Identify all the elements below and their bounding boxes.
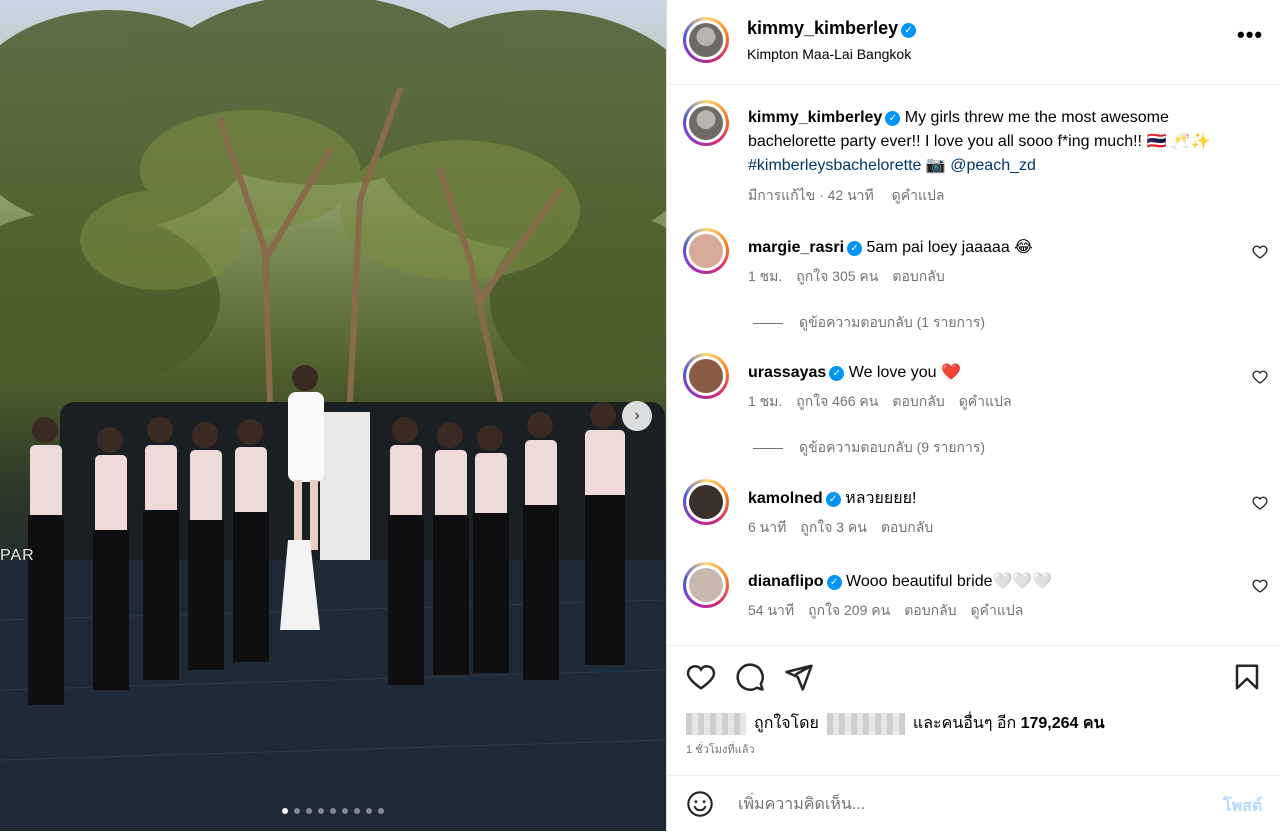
post-time[interactable]: 1 ชั่วโมงที่แล้ว bbox=[686, 740, 755, 758]
comment-likes[interactable]: ถูกใจ 466 คน bbox=[796, 393, 878, 409]
comment-text: 5am pai loey jaaaaa 😂 bbox=[866, 239, 1033, 256]
comment-icon[interactable] bbox=[735, 662, 765, 692]
caption-translate[interactable]: ดูคำแปล bbox=[892, 187, 945, 203]
carousel-dot bbox=[294, 808, 300, 814]
view-replies-label: ดูข้อความตอบกลับ (9 รายการ) bbox=[799, 439, 986, 455]
carousel-dot bbox=[318, 808, 324, 814]
likes-summary[interactable]: ถูกใจโดย และคนอื่นๆ อีก 179,264 คน bbox=[686, 711, 1105, 736]
camera-emoji: 📷 bbox=[925, 157, 946, 174]
view-replies-button[interactable]: ดูข้อความตอบกลับ (1 รายการ) bbox=[753, 312, 985, 334]
view-replies-button[interactable]: ดูข้อความตอบกลับ (9 รายการ) bbox=[753, 437, 985, 459]
caption-edited-time: มีการแก้ไข · 42 นาที bbox=[748, 187, 874, 203]
comment-text: หลวยยยย! bbox=[845, 490, 917, 507]
carousel-dot bbox=[342, 808, 348, 814]
avatar[interactable] bbox=[683, 353, 729, 399]
comment-username[interactable]: kamolned bbox=[748, 490, 823, 507]
avatar[interactable] bbox=[683, 100, 729, 146]
avatar[interactable] bbox=[683, 228, 729, 274]
comment-username[interactable]: margie_rasri bbox=[748, 239, 844, 256]
post-username[interactable]: kimmy_kimberley bbox=[747, 18, 898, 38]
post-side-panel: kimmy_kimberley ✓ Kimpton Maa-Lai Bangkok… bbox=[666, 0, 1280, 831]
comment-translate[interactable]: ดูคำแปล bbox=[971, 602, 1024, 618]
caption-hashtag[interactable]: #kimberleysbachelorette bbox=[748, 157, 921, 174]
carousel-dots bbox=[0, 808, 666, 814]
reply-button[interactable]: ตอบกลับ bbox=[904, 602, 956, 618]
comment-likes[interactable]: ถูกใจ 3 คน bbox=[800, 519, 867, 535]
photo-sign-text: PAR bbox=[0, 547, 35, 564]
comment-time: 1 ชม. bbox=[748, 268, 783, 284]
verified-icon: ✓ bbox=[829, 366, 845, 381]
more-icon[interactable]: ••• bbox=[1237, 22, 1263, 48]
comment-username[interactable]: urassayas bbox=[748, 364, 826, 381]
carousel-dot bbox=[378, 808, 384, 814]
reply-button[interactable]: ตอบกลับ bbox=[881, 519, 933, 535]
liker-avatars bbox=[686, 712, 746, 735]
verified-icon: ✓ bbox=[901, 23, 917, 38]
post-header: kimmy_kimberley ✓ Kimpton Maa-Lai Bangkok… bbox=[667, 0, 1280, 85]
heart-icon[interactable] bbox=[1252, 578, 1268, 594]
reply-button[interactable]: ตอบกลับ bbox=[892, 393, 944, 409]
photo-illustration: PAR bbox=[0, 0, 666, 831]
bookmark-icon[interactable] bbox=[1232, 662, 1262, 692]
heart-icon[interactable] bbox=[686, 662, 716, 692]
liked-and-others: และคนอื่นๆ อีก bbox=[912, 715, 1017, 732]
carousel-dot bbox=[354, 808, 360, 814]
verified-icon: ✓ bbox=[826, 575, 842, 590]
post-actions bbox=[667, 645, 1280, 716]
verified-icon: ✓ bbox=[825, 492, 841, 507]
liked-by-prefix: ถูกใจโดย bbox=[754, 715, 819, 732]
comments-list: kimmy_kimberley ✓ My girls threw me the m… bbox=[667, 84, 1280, 644]
avatar[interactable] bbox=[683, 562, 729, 608]
avatar[interactable] bbox=[683, 479, 729, 525]
verified-icon: ✓ bbox=[885, 111, 901, 126]
comment-time: 54 นาที bbox=[748, 602, 795, 618]
caption-emojis: 🥂✨ bbox=[1170, 133, 1211, 150]
verified-icon: ✓ bbox=[847, 241, 863, 256]
comment-likes[interactable]: ถูกใจ 305 คน bbox=[796, 268, 878, 284]
likes-count: 179,264 bbox=[1020, 714, 1079, 732]
carousel-dot bbox=[330, 808, 336, 814]
comment-likes[interactable]: ถูกใจ 209 คน bbox=[808, 602, 890, 618]
chevron-right-icon[interactable]: › bbox=[622, 401, 652, 431]
emoji-icon[interactable] bbox=[686, 790, 714, 818]
heart-icon[interactable] bbox=[1252, 244, 1268, 260]
carousel-dot bbox=[306, 808, 312, 814]
add-comment-bar: โพสต์ bbox=[667, 775, 1280, 832]
comment-translate[interactable]: ดูคำแปล bbox=[959, 393, 1012, 409]
view-replies-label: ดูข้อความตอบกลับ (1 รายการ) bbox=[799, 314, 986, 330]
post-comment-button[interactable]: โพสต์ bbox=[1223, 794, 1262, 819]
reply-button[interactable]: ตอบกลับ bbox=[892, 268, 944, 284]
post-location[interactable]: Kimpton Maa-Lai Bangkok bbox=[747, 46, 911, 62]
heart-icon[interactable] bbox=[1252, 495, 1268, 511]
comment-text: We love you ❤️ bbox=[848, 364, 961, 381]
liker-name[interactable] bbox=[826, 712, 905, 735]
heart-icon[interactable] bbox=[1252, 369, 1268, 385]
share-icon[interactable] bbox=[784, 662, 814, 692]
comment-text: Wooo beautiful bride🤍🤍🤍 bbox=[846, 573, 1053, 590]
caption-mention[interactable]: @peach_zd bbox=[950, 157, 1036, 174]
comment-username[interactable]: dianaflipo bbox=[748, 573, 824, 590]
likes-suffix: คน bbox=[1082, 715, 1105, 732]
comment-time: 6 นาที bbox=[748, 519, 787, 535]
caption-username[interactable]: kimmy_kimberley bbox=[748, 109, 882, 126]
carousel-dot bbox=[282, 808, 288, 814]
comment-input[interactable] bbox=[736, 791, 1180, 819]
carousel-dot bbox=[366, 808, 372, 814]
avatar[interactable] bbox=[683, 17, 729, 63]
post-photo[interactable]: PAR › bbox=[0, 0, 666, 831]
comment-time: 1 ชม. bbox=[748, 393, 783, 409]
